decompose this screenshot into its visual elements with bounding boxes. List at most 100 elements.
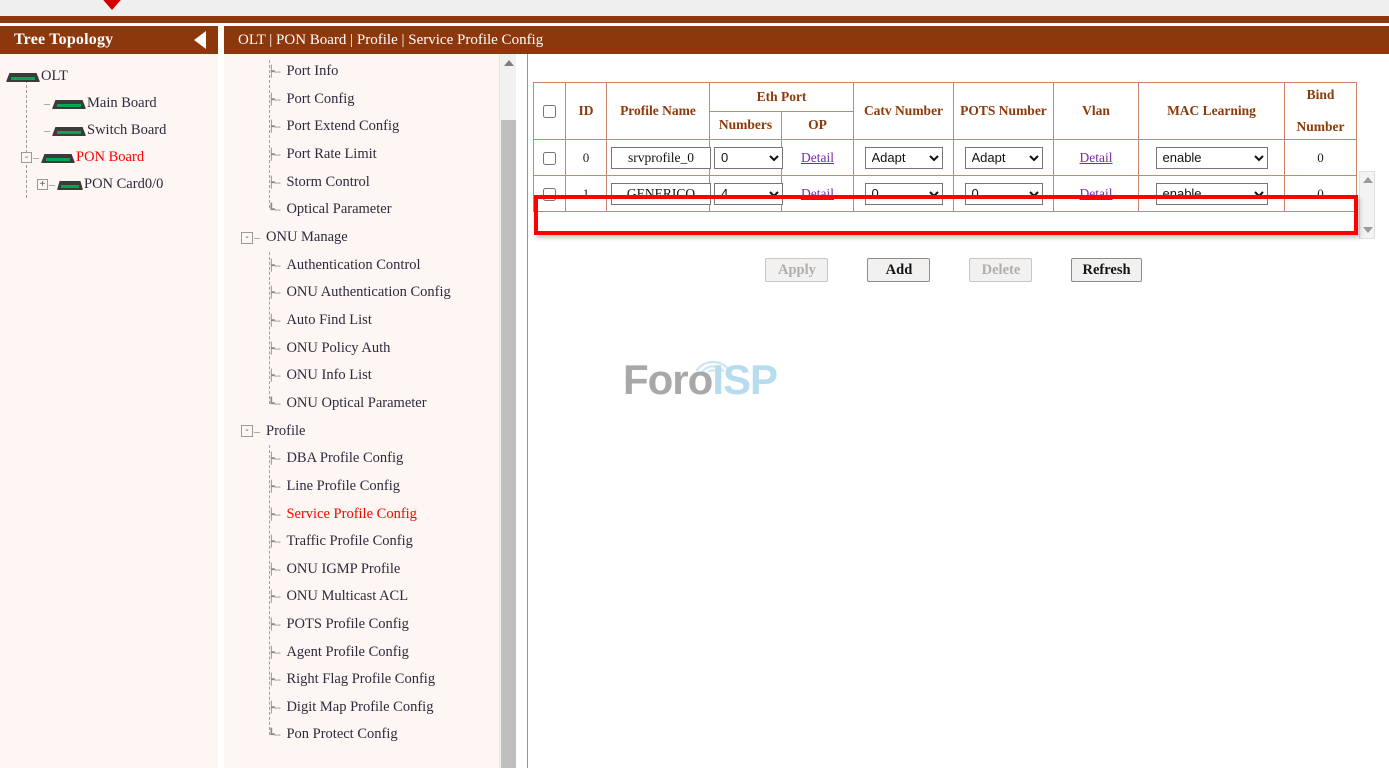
mac-learning-select[interactable]: enabledisable bbox=[1156, 183, 1268, 205]
menu-item-agent-profile-config[interactable]: ┝-- Agent Profile Config bbox=[224, 638, 509, 666]
row-bind-number: 0 bbox=[1285, 140, 1357, 176]
table-row[interactable]: 1 01234 Detail Adapt01 bbox=[534, 176, 1357, 212]
header-eth-numbers: Numbers bbox=[710, 111, 782, 140]
row-profile-name-cell bbox=[607, 140, 710, 176]
refresh-button[interactable]: Refresh bbox=[1071, 258, 1141, 282]
row-pots-number-cell: Adapt01 bbox=[954, 176, 1054, 212]
tree-tick-icon: ┝-- bbox=[268, 618, 280, 631]
tree-tick-icon: ┝-- bbox=[268, 701, 280, 714]
tree-node-main-board[interactable]: – Main Board bbox=[0, 90, 218, 117]
menu-group-collapse-toggle[interactable]: - bbox=[241, 232, 253, 244]
menu-item-port-config[interactable]: ┝-- Port Config bbox=[224, 86, 509, 114]
menu-group-profile[interactable]: - – Profile bbox=[224, 417, 509, 445]
tree-expand-toggle[interactable]: + bbox=[37, 179, 48, 190]
menu-item-onu-info-list[interactable]: ┝-- ONU Info List bbox=[224, 362, 509, 390]
scroll-up-arrow-icon[interactable] bbox=[504, 60, 514, 66]
menu-item-port-info[interactable]: ┝-- Port Info bbox=[224, 58, 509, 86]
menu-item-traffic-profile-config[interactable]: ┝-- Traffic Profile Config bbox=[224, 528, 509, 556]
menu-item-optical-parameter[interactable]: ┗-- Optical Parameter bbox=[224, 196, 509, 224]
menu-item-pon-protect-config[interactable]: ┗-- Pon Protect Config bbox=[224, 721, 509, 749]
menu-item-port-extend-config[interactable]: ┝-- Port Extend Config bbox=[224, 113, 509, 141]
catv-number-select[interactable]: Adapt01 bbox=[865, 147, 943, 169]
header-pots-number: POTS Number bbox=[954, 83, 1054, 140]
tree-branch-dash: – bbox=[44, 123, 50, 138]
menu-item-digit-map-profile-config[interactable]: ┝-- Digit Map Profile Config bbox=[224, 693, 509, 721]
menu-item-label: Port Rate Limit bbox=[286, 146, 376, 163]
menu-item-authentication-control[interactable]: ┝-- Authentication Control bbox=[224, 252, 509, 280]
tree-branch-dash: – bbox=[49, 177, 55, 192]
table-scrollbar[interactable] bbox=[1359, 171, 1375, 239]
menu-item-right-flag-profile-config[interactable]: ┝-- Right Flag Profile Config bbox=[224, 666, 509, 694]
menu-item-service-profile-config[interactable]: ┝-- Service Profile Config bbox=[224, 500, 509, 528]
pots-number-select[interactable]: Adapt01 bbox=[965, 183, 1043, 205]
delete-button[interactable]: Delete bbox=[969, 258, 1032, 282]
scroll-down-arrow-icon[interactable] bbox=[1363, 227, 1373, 233]
header-bind-line2: Number bbox=[1297, 119, 1345, 134]
application-window: Tree Topology OLT | PON Board | Profile … bbox=[0, 0, 1389, 768]
menu-item-onu-multicast-acl[interactable]: ┝-- ONU Multicast ACL bbox=[224, 583, 509, 611]
row-eth-op-cell: Detail bbox=[782, 140, 854, 176]
tree-collapse-toggle[interactable]: - bbox=[21, 152, 32, 163]
row-profile-name-cell bbox=[607, 176, 710, 212]
menu-group-dash: – bbox=[254, 424, 260, 439]
add-button[interactable]: Add bbox=[867, 258, 930, 282]
profile-name-input[interactable] bbox=[611, 183, 711, 205]
row-mac-learning-cell: enabledisable bbox=[1139, 176, 1285, 212]
row-pots-number-cell: Adapt01 bbox=[954, 140, 1054, 176]
tree-tick-icon: ┝-- bbox=[268, 480, 280, 493]
menu-item-onu-optical-parameter[interactable]: ┗-- ONU Optical Parameter bbox=[224, 390, 509, 418]
apply-button[interactable]: Apply bbox=[765, 258, 828, 282]
table-header-row-1: ID Profile Name Eth Port Catv Number POT… bbox=[534, 83, 1357, 112]
watermark-text-isp: ISP bbox=[712, 356, 777, 403]
menu-item-label: Digit Map Profile Config bbox=[286, 699, 433, 716]
watermark-text-foro: Foro bbox=[623, 356, 712, 403]
menu-item-onu-authentication-config[interactable]: ┝-- ONU Authentication Config bbox=[224, 279, 509, 307]
tree-node-olt[interactable]: OLT bbox=[0, 63, 218, 90]
menu-group-collapse-toggle[interactable]: - bbox=[241, 425, 253, 437]
table-row[interactable]: 0 01234 Detail Adapt01 bbox=[534, 140, 1357, 176]
header-eth-op: OP bbox=[782, 111, 854, 140]
header-bind-number: Bind Number bbox=[1285, 83, 1357, 140]
service-profile-table-container: ID Profile Name Eth Port Catv Number POT… bbox=[533, 82, 1374, 212]
tree-node-label: Switch Board bbox=[87, 122, 166, 139]
menu-item-line-profile-config[interactable]: ┝-- Line Profile Config bbox=[224, 473, 509, 501]
tree-tick-icon: ┝-- bbox=[268, 93, 280, 106]
eth-numbers-select[interactable]: 01234 bbox=[714, 147, 783, 169]
menu-scrollbar[interactable] bbox=[499, 54, 516, 768]
menu-item-port-rate-limit[interactable]: ┝-- Port Rate Limit bbox=[224, 141, 509, 169]
collapse-sidebar-icon[interactable] bbox=[194, 31, 206, 49]
menu-item-pots-profile-config[interactable]: ┝-- POTS Profile Config bbox=[224, 611, 509, 639]
row-checkbox[interactable] bbox=[543, 152, 556, 165]
catv-number-select[interactable]: Adapt01 bbox=[865, 183, 943, 205]
tree-node-label: Main Board bbox=[87, 95, 157, 112]
menu-item-label: ONU Info List bbox=[286, 367, 371, 384]
tree-node-switch-board[interactable]: – Switch Board bbox=[0, 117, 218, 144]
tree-tick-last-icon: ┗-- bbox=[268, 397, 280, 410]
tree-node-pon-board[interactable]: - – PON Board bbox=[0, 144, 218, 171]
menu-group-onu-manage[interactable]: - – ONU Manage bbox=[224, 224, 509, 252]
vlan-detail-link[interactable]: Detail bbox=[1080, 186, 1113, 201]
menu-group-dash: – bbox=[254, 230, 260, 245]
foroisp-watermark: ForoISP bbox=[623, 356, 777, 404]
menu-item-storm-control[interactable]: ┝-- Storm Control bbox=[224, 168, 509, 196]
eth-op-detail-link[interactable]: Detail bbox=[801, 150, 834, 165]
tree-node-pon-card[interactable]: + – PON Card0/0 bbox=[0, 171, 218, 198]
select-all-checkbox[interactable] bbox=[543, 105, 556, 118]
menu-item-onu-igmp-profile[interactable]: ┝-- ONU IGMP Profile bbox=[224, 556, 509, 584]
menu-item-auto-find-list[interactable]: ┝-- Auto Find List bbox=[224, 307, 509, 335]
menu-item-dba-profile-config[interactable]: ┝-- DBA Profile Config bbox=[224, 445, 509, 473]
menu-scrollbar-thumb[interactable] bbox=[501, 120, 516, 768]
eth-op-detail-link[interactable]: Detail bbox=[801, 186, 834, 201]
menu-item-label: ONU Authentication Config bbox=[286, 284, 450, 301]
mac-learning-select[interactable]: enabledisable bbox=[1156, 147, 1268, 169]
pots-number-select[interactable]: Adapt01 bbox=[965, 147, 1043, 169]
eth-numbers-select[interactable]: 01234 bbox=[714, 183, 783, 205]
top-brand-rule bbox=[0, 16, 1389, 23]
row-checkbox[interactable] bbox=[543, 188, 556, 201]
vlan-detail-link[interactable]: Detail bbox=[1080, 150, 1113, 165]
scroll-up-arrow-icon[interactable] bbox=[1363, 177, 1373, 183]
device-board-icon bbox=[52, 98, 86, 109]
profile-name-input[interactable] bbox=[611, 147, 711, 169]
tree-tick-icon: ┝-- bbox=[268, 673, 280, 686]
menu-item-onu-policy-auth[interactable]: ┝-- ONU Policy Auth bbox=[224, 334, 509, 362]
